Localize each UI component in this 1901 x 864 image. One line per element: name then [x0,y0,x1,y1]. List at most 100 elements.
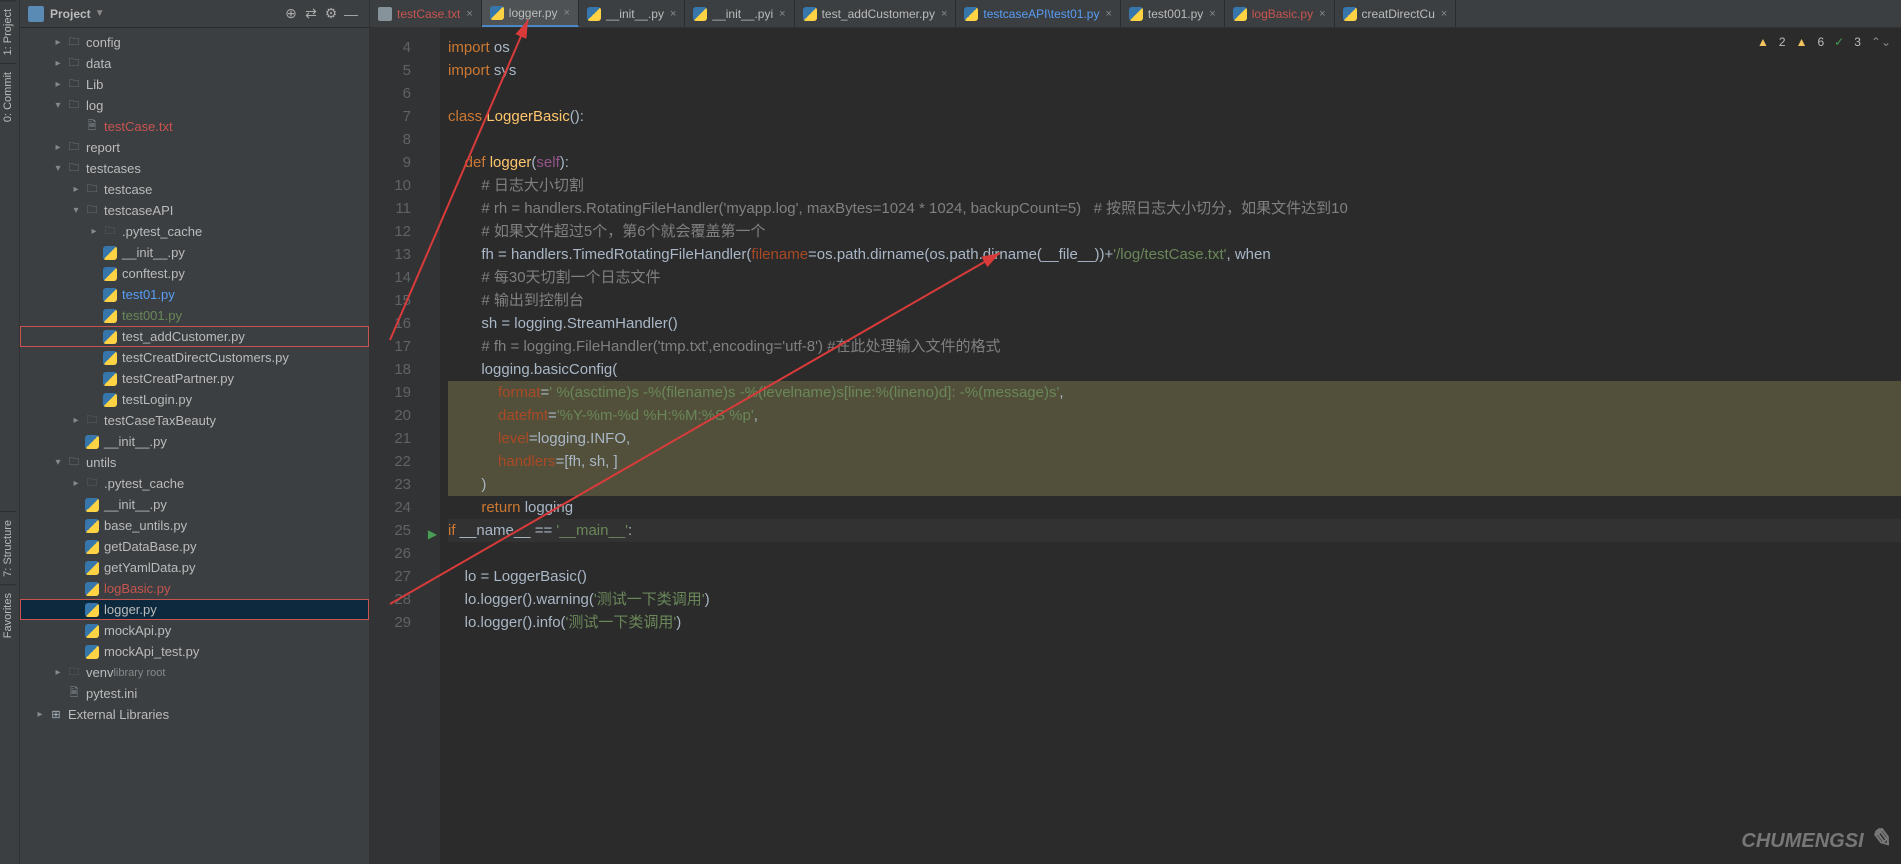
editor-tab[interactable]: logBasic.py× [1225,0,1335,27]
folder-icon: 🗀 [66,665,82,681]
hide-button[interactable]: — [341,4,361,24]
close-icon[interactable]: × [670,8,676,20]
close-icon[interactable]: × [941,8,947,20]
tree-item[interactable]: ▾🗀untils [20,452,369,473]
tree-label: data [86,56,111,71]
file-icon [378,7,392,21]
python-icon [1129,7,1143,21]
tree-item[interactable]: __init__.py [20,494,369,515]
python-icon [84,644,100,660]
tree-item[interactable]: mockApi.py [20,620,369,641]
leftbar-favorites[interactable]: Favorites [0,584,16,646]
editor-tab[interactable]: logger.py× [482,0,579,27]
tree-label: __init__.py [104,434,167,449]
tree-item[interactable]: ▾🗀testcases [20,158,369,179]
tree-arrow[interactable]: ▸ [50,79,66,90]
collapse-button[interactable]: ⇄ [301,4,321,24]
python-icon [102,350,118,366]
tree-arrow[interactable]: ▸ [86,226,102,237]
tree-item[interactable]: testCreatPartner.py [20,368,369,389]
tab-label: test_addCustomer.py [822,7,935,21]
locate-button[interactable]: ⊕ [281,4,301,24]
tree-arrow[interactable]: ▸ [50,142,66,153]
folder-icon: 🗀 [66,455,82,471]
editor-tab[interactable]: __init__.pyi× [685,0,794,27]
tree-arrow[interactable]: ▾ [50,100,66,111]
close-icon[interactable]: × [1105,8,1111,20]
tree-item[interactable]: testCreatDirectCustomers.py [20,347,369,368]
editor-tab[interactable]: testCase.txt× [370,0,482,27]
tree-item[interactable]: ▸🗀report [20,137,369,158]
tree-item[interactable]: conftest.py [20,263,369,284]
tree-item[interactable]: mockApi_test.py [20,641,369,662]
tree-arrow[interactable]: ▸ [50,667,66,678]
chevron-down-icon[interactable]: ▼ [95,8,105,19]
tree-arrow[interactable]: ▸ [32,709,48,720]
tree-item[interactable]: ▾🗀testcaseAPI [20,200,369,221]
tree-arrow[interactable]: ▸ [50,37,66,48]
tree-label: logBasic.py [104,581,170,596]
tree-label: base_untils.py [104,518,187,533]
settings-button[interactable]: ⚙ [321,4,341,24]
tree-item[interactable]: ▸🗀venv library root [20,662,369,683]
line-gutter: 4567891011121314151617181920212223242526… [370,28,425,864]
python-icon [102,329,118,345]
tree-arrow[interactable]: ▸ [68,184,84,195]
close-icon[interactable]: × [564,7,570,19]
tree-item[interactable]: ▸🗀.pytest_cache [20,473,369,494]
tree-arrow[interactable]: ▾ [50,457,66,468]
tree-item[interactable]: test01.py [20,284,369,305]
editor-tab[interactable]: test_addCustomer.py × [795,0,957,27]
tree-item[interactable]: logBasic.py [20,578,369,599]
project-icon [28,6,44,22]
python-icon [84,434,100,450]
tree-arrow[interactable]: ▾ [50,163,66,174]
tree-item[interactable]: 🗎testCase.txt [20,116,369,137]
project-tree[interactable]: ▸🗀config▸🗀data▸🗀Lib▾🗀log🗎testCase.txt▸🗀r… [20,28,369,858]
editor-tab[interactable]: testcaseAPI\test01.py× [956,0,1121,27]
tree-arrow[interactable]: ▾ [68,205,84,216]
tree-arrow[interactable]: ▸ [68,415,84,426]
file-icon: 🗎 [84,119,100,135]
tree-item[interactable]: ▸⊞External Libraries [20,704,369,725]
close-icon[interactable]: × [466,8,472,20]
tree-item[interactable]: ▸🗀Lib [20,74,369,95]
editor-tab[interactable]: creatDirectCu× [1335,0,1457,27]
editor-tab[interactable]: test001.py× [1121,0,1225,27]
close-icon[interactable]: × [1319,8,1325,20]
python-icon [693,7,707,21]
tree-item[interactable]: ▸🗀config [20,32,369,53]
close-icon[interactable]: × [779,8,785,20]
tree-label: testCreatPartner.py [122,371,234,386]
tree-arrow[interactable]: ▸ [50,58,66,69]
tree-item[interactable]: base_untils.py [20,515,369,536]
tree-item[interactable]: testLogin.py [20,389,369,410]
tree-item[interactable]: test_addCustomer.py [20,326,369,347]
tree-item[interactable]: logger.py [20,599,369,620]
close-icon[interactable]: × [1441,8,1447,20]
tree-arrow[interactable]: ▸ [68,478,84,489]
tree-label: testcases [86,161,141,176]
tree-item[interactable]: ▸🗀testcase [20,179,369,200]
code-editor[interactable]: 4567891011121314151617181920212223242526… [370,28,1901,864]
tree-item[interactable]: test001.py [20,305,369,326]
code-content[interactable]: import osimport sys class LoggerBasic():… [440,28,1901,864]
editor-tab[interactable]: __init__.py× [579,0,685,27]
tree-item[interactable]: ▸🗀data [20,53,369,74]
tree-item[interactable]: 🗎pytest.ini [20,683,369,704]
leftbar-commit[interactable]: 0: Commit [0,63,16,130]
tree-item[interactable]: getYamlData.py [20,557,369,578]
tree-item[interactable]: ▾🗀log [20,95,369,116]
close-icon[interactable]: × [1209,8,1215,20]
tree-item[interactable]: __init__.py [20,242,369,263]
run-gutter-icon[interactable]: ▶ [425,523,440,546]
tree-item[interactable]: ▸🗀.pytest_cache [20,221,369,242]
tree-item[interactable]: ▸🗀testCaseTaxBeauty [20,410,369,431]
python-icon [102,308,118,324]
tree-label: .pytest_cache [104,476,184,491]
tree-item[interactable]: getDataBase.py [20,536,369,557]
leftbar-structure[interactable]: 7: Structure [0,511,16,585]
tree-item[interactable]: __init__.py [20,431,369,452]
tree-label: .pytest_cache [122,224,202,239]
leftbar-project[interactable]: 1: Project [0,0,16,63]
